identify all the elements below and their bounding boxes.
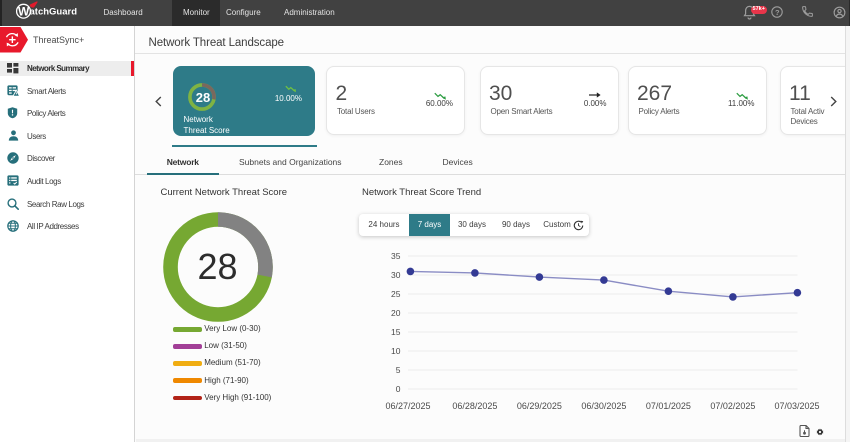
svg-text:atchGuard: atchGuard [30, 7, 78, 18]
svg-text:10: 10 [391, 346, 401, 356]
svg-text:07/03/2025: 07/03/2025 [774, 401, 819, 411]
svg-text:0: 0 [396, 384, 401, 394]
svg-text:30: 30 [391, 270, 401, 280]
svg-text:06/27/2025: 06/27/2025 [385, 401, 430, 411]
svg-text:07/01/2025: 07/01/2025 [646, 401, 691, 411]
svg-text:25: 25 [391, 289, 401, 299]
svg-text:W: W [18, 5, 30, 19]
svg-text:06/30/2025: 06/30/2025 [581, 401, 626, 411]
svg-text:?: ? [775, 8, 780, 17]
svg-text:15: 15 [391, 327, 401, 337]
svg-text:5: 5 [396, 365, 401, 375]
svg-text:06/28/2025: 06/28/2025 [452, 401, 497, 411]
svg-text:07/02/2025: 07/02/2025 [710, 401, 755, 411]
svg-text:35: 35 [391, 251, 401, 261]
svg-text:06/29/2025: 06/29/2025 [517, 401, 562, 411]
svg-text:20: 20 [391, 308, 401, 318]
